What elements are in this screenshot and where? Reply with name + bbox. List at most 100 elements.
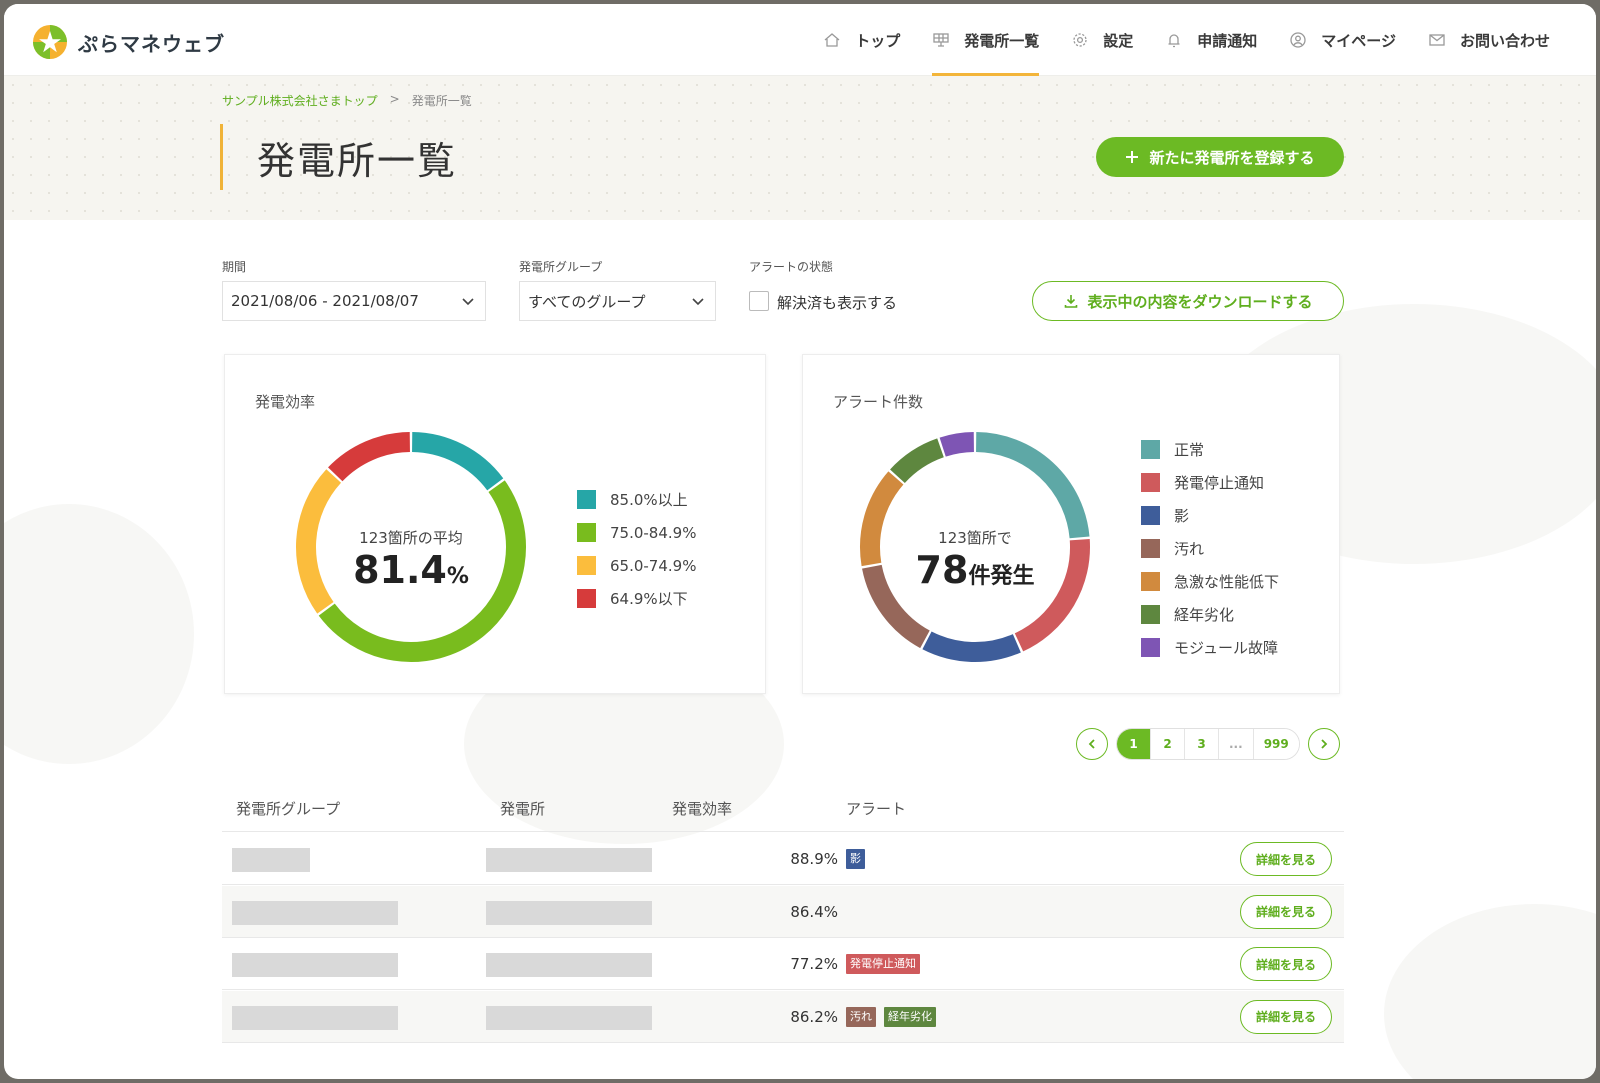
plant-name-placeholder <box>486 848 652 872</box>
page-number-group: 1 2 3... 999 <box>1116 728 1300 760</box>
efficiency-cell: 88.9% <box>790 850 838 868</box>
nav-item-settings[interactable]: 設定 <box>1055 4 1149 76</box>
page-number-button[interactable]: 3 <box>1185 729 1219 759</box>
download-icon <box>1065 295 1078 308</box>
legend-label: 64.9%以下 <box>610 590 688 608</box>
alert-donut-slice <box>975 432 1090 539</box>
alert-center-caption: 123箇所で <box>938 529 1012 547</box>
nav-item-top[interactable]: トップ <box>807 4 916 76</box>
efficiency-legend-item: 65.0-74.9% <box>577 549 696 582</box>
legend-label: 75.0-84.9% <box>610 523 697 542</box>
chevron-down-icon <box>692 298 704 306</box>
nav-item-plant-list[interactable]: 発電所一覧 <box>916 4 1055 76</box>
legend-swatch <box>1141 473 1160 492</box>
plant-name-placeholder <box>486 900 652 925</box>
efficiency-card-title: 発電効率 <box>255 393 316 411</box>
background-decoration <box>4 504 194 764</box>
alert-legend-item: 経年劣化 <box>1141 598 1279 631</box>
nav-label: 申請通知 <box>1197 31 1258 50</box>
alert-legend: 正常発電停止通知影汚れ 急激な性能低下 経年劣化モジュール故障 <box>1141 433 1279 664</box>
period-value: 2021/08/06 - 2021/08/07 <box>231 292 419 310</box>
alert-legend-item: 発電停止通知 <box>1141 466 1279 499</box>
breadcrumb-home-link[interactable]: サンプル株式会社さまトップ <box>222 92 378 109</box>
legend-swatch <box>1141 605 1160 624</box>
alert-badge: 汚れ <box>846 1006 876 1027</box>
legend-label: モジュール故障 <box>1174 639 1278 657</box>
mail-icon <box>1429 34 1445 46</box>
legend-label: 65.0-74.9% <box>610 556 697 575</box>
efficiency-center-value-text: 81.4% <box>353 548 469 592</box>
plant-name-placeholder <box>486 953 652 977</box>
page-number-button[interactable]: 999 <box>1253 729 1299 759</box>
detail-button[interactable]: 詳細を見る <box>1240 999 1332 1034</box>
page-title: 発電所一覧 <box>257 138 458 183</box>
logo[interactable]: ぷらマネウェブ <box>32 24 225 60</box>
nav-item-notifications[interactable]: 申請通知 <box>1149 4 1273 76</box>
efficiency-legend: 85.0%以上 75.0-84.9% 65.0-74.9% 64.9%以下 <box>577 483 696 615</box>
nav-item-contact[interactable]: お問い合わせ <box>1412 4 1566 76</box>
alert-center-value: 78 <box>916 548 969 592</box>
period-label: 期間 <box>222 260 247 274</box>
efficiency-donut-slice <box>328 432 411 482</box>
alert-card: アラート件数 123箇所で 78件発生 正常 発電停止通知影汚れ 急激な性能低下 経年… <box>802 354 1340 694</box>
group-select[interactable]: すべてのグループ <box>519 281 716 321</box>
page-number-button[interactable]: 2 <box>1151 729 1185 759</box>
efficiency-legend-item: 75.0-84.9% <box>577 516 696 549</box>
legend-swatch <box>577 589 596 608</box>
page-title-wrap: 発電所一覧 <box>220 124 457 190</box>
alert-donut-slice <box>922 631 1021 662</box>
chevron-right-icon <box>1321 739 1328 749</box>
breadcrumb-current: 発電所一覧 <box>411 94 472 108</box>
prev-page-button[interactable] <box>1076 728 1108 760</box>
group-value: すべてのグループ <box>528 292 646 311</box>
plant-group-placeholder <box>232 848 310 872</box>
plant-group-placeholder <box>232 1005 398 1030</box>
alert-tags: 発電停止通知 <box>846 954 920 974</box>
plant-group-placeholder <box>232 953 398 977</box>
detail-button[interactable]: 詳細を見る <box>1240 842 1332 876</box>
efficiency-center-value: 81.4 <box>353 548 447 592</box>
bell-icon <box>1168 34 1180 48</box>
background-decoration <box>1384 904 1596 1079</box>
efficiency-cell: 86.2% <box>790 1007 838 1026</box>
detail-button[interactable]: 詳細を見る <box>1240 894 1332 929</box>
alert-legend-item: 急激な性能低下 <box>1141 565 1279 598</box>
table-row: 86.4% 詳細を見る <box>222 885 1344 938</box>
alert-state-label: アラートの状態 <box>749 260 834 274</box>
detail-button[interactable]: 詳細を見る <box>1240 947 1332 981</box>
show-resolved-checkbox[interactable] <box>749 291 769 311</box>
user-icon <box>1290 32 1306 48</box>
efficiency-legend-item: 64.9%以下 <box>577 582 696 615</box>
breadcrumb-separator: > <box>389 92 400 106</box>
legend-label: 正常 <box>1174 441 1205 459</box>
register-plant-label: 新たに発電所を登録する <box>1149 148 1315 167</box>
alert-legend-item: 汚れ <box>1141 532 1279 565</box>
legend-label: 影 <box>1174 507 1190 525</box>
alert-legend-item: 影 <box>1141 499 1279 532</box>
efficiency-donut-slice <box>296 469 342 614</box>
download-button[interactable]: 表示中の内容をダウンロードする <box>1032 281 1344 321</box>
efficiency-donut-chart: 123箇所の平均 81.4% <box>296 432 526 662</box>
alert-donut-slice <box>860 471 904 567</box>
efficiency-center-caption: 123箇所の平均 <box>359 529 463 547</box>
next-page-button[interactable] <box>1307 728 1340 760</box>
legend-swatch <box>1141 638 1160 657</box>
nav-label: トップ <box>855 31 901 50</box>
solar-panel-icon <box>933 33 949 47</box>
page-number-button[interactable]: 1 <box>1117 729 1151 759</box>
register-plant-button[interactable]: 新たに発電所を登録する <box>1096 137 1344 177</box>
plant-group-placeholder <box>232 900 398 925</box>
alert-legend-item: モジュール故障 <box>1141 631 1279 664</box>
alert-donut-slice <box>1014 538 1090 652</box>
nav-item-mypage[interactable]: マイページ <box>1273 4 1412 76</box>
legend-swatch <box>1141 440 1160 459</box>
show-resolved-label[interactable]: 解決済も表示する <box>777 292 897 313</box>
period-select[interactable]: 2021/08/06 - 2021/08/07 <box>222 281 486 321</box>
table-row: 77.2% 発電停止通知 詳細を見る <box>222 938 1344 990</box>
alert-tags: 汚れ 経年劣化 <box>846 1006 936 1027</box>
legend-label: 発電停止通知 <box>1174 474 1265 492</box>
efficiency-center-unit: % <box>447 564 469 589</box>
nav-label: 発電所一覧 <box>964 31 1040 50</box>
nav-label: マイページ <box>1321 31 1396 50</box>
table-row: 88.9% 影 詳細を見る <box>222 833 1344 885</box>
